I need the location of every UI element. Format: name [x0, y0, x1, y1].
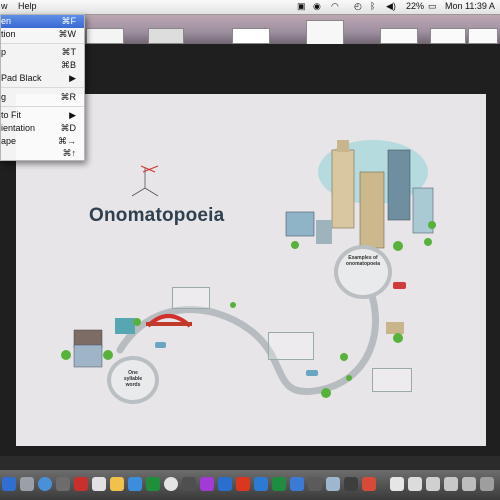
battery-percent[interactable]: 22% — [406, 1, 424, 11]
app-icon[interactable] — [74, 477, 88, 491]
menu-item-fullscreen[interactable]: en ⌘F — [1, 15, 84, 28]
menu-item-label: g — [1, 92, 7, 102]
window-thumbnail[interactable] — [232, 28, 270, 44]
submenu-arrow-icon: ▶ — [69, 110, 76, 120]
document-icon[interactable] — [462, 477, 476, 491]
record-icon[interactable]: ◉ — [313, 1, 321, 12]
menu-separator — [1, 87, 84, 88]
submenu-arrow-icon: ▶ — [69, 73, 76, 83]
one-syllable-bubble[interactable]: One syllable words — [107, 356, 159, 404]
menu-item-shortcut: ⌘B — [60, 60, 76, 70]
menu-bar: w Help ▣ ◉ ◠ ◴ ᛒ ◀) 22% ▭ Mon 11:39 A — [0, 0, 500, 15]
menu-separator — [1, 106, 84, 107]
menu-item-setup[interactable]: p ⌘T — [1, 46, 84, 59]
menu-item-shortcut: ⌘W — [58, 29, 77, 39]
dock — [0, 470, 500, 500]
menu-item-shortcut: ⌘F — [61, 16, 77, 26]
app-icon[interactable] — [200, 477, 214, 491]
trash-icon[interactable] — [480, 477, 494, 491]
launchpad-icon[interactable] — [20, 477, 34, 491]
menu-item-label: tion — [1, 29, 16, 39]
powerpoint-icon[interactable] — [236, 477, 250, 491]
examples-bubble[interactable]: Examples of onomatopoeia — [334, 245, 392, 299]
window-thumbnail[interactable] — [380, 28, 418, 44]
app-icon[interactable] — [146, 477, 160, 491]
document-icon[interactable] — [426, 477, 440, 491]
one-syllable-text: One syllable words — [123, 370, 143, 388]
app-icon[interactable] — [290, 477, 304, 491]
menu-separator — [1, 43, 84, 44]
battery-icon[interactable]: ▭ — [428, 1, 437, 12]
document-icon[interactable] — [390, 477, 404, 491]
app-icon[interactable] — [218, 477, 232, 491]
menu-item-black[interactable]: ⌘B — [1, 59, 84, 72]
menu-item-label: en — [1, 16, 12, 26]
calendar-icon[interactable] — [92, 477, 106, 491]
prezi-canvas[interactable] — [16, 94, 486, 446]
finder-icon[interactable] — [2, 477, 16, 491]
word-icon[interactable] — [254, 477, 268, 491]
menu-item-shortcut: ⌘R — [60, 92, 77, 102]
menu-item-portrait[interactable]: ⌘↑ — [1, 147, 84, 160]
menu-item-orientation[interactable]: ientation ⌘D — [1, 122, 84, 135]
view-menu-dropdown: en ⌘F tion ⌘W p ⌘T ⌘B Pad Black ▶ g ⌘R t… — [0, 14, 85, 161]
menu-item-shortcut: ⌘T — [61, 47, 77, 57]
menu-item-shortcut: ⌘D — [60, 123, 77, 133]
bracket-frame[interactable] — [268, 332, 314, 360]
menu-item-label: p — [1, 47, 7, 57]
app-icon[interactable] — [344, 477, 358, 491]
app-icon[interactable] — [362, 477, 376, 491]
notes-icon[interactable] — [110, 477, 124, 491]
menu-item-label: to Fit — [1, 110, 22, 120]
menu-help[interactable]: Help — [18, 1, 37, 11]
menu-view-partial[interactable]: w — [1, 1, 8, 11]
excel-icon[interactable] — [272, 477, 286, 491]
bluetooth-icon[interactable]: ᛒ — [370, 1, 375, 11]
wifi-icon[interactable]: ◠ — [331, 1, 339, 12]
document-icon[interactable] — [408, 477, 422, 491]
app-icon[interactable] — [128, 477, 142, 491]
menu-item-debug[interactable]: g ⌘R — [1, 91, 84, 104]
menubar-clock[interactable]: Mon 11:39 A — [445, 1, 495, 11]
menu-item-shortcut: ⌘→ — [58, 136, 76, 146]
menu-item-shortcut: ⌘↑ — [62, 148, 77, 158]
examples-text: Examples of onomatopoeia — [345, 255, 381, 267]
window-thumbnail[interactable] — [86, 28, 124, 44]
bracket-frame[interactable] — [172, 287, 210, 309]
menu-item-zoom-to-fit[interactable]: to Fit ▶ — [1, 109, 84, 122]
menu-item-label: ape — [1, 136, 17, 146]
menu-item-label: ientation — [1, 123, 36, 133]
dropbox-icon[interactable]: ▣ — [297, 1, 306, 12]
presentation-title[interactable]: Onomatopoeia — [89, 205, 224, 227]
window-thumbnail[interactable] — [430, 28, 466, 44]
menu-item-label: Pad Black — [1, 73, 42, 83]
menu-item-presentation[interactable]: tion ⌘W — [1, 28, 84, 41]
chrome-icon[interactable] — [164, 477, 178, 491]
volume-icon[interactable]: ◀) — [386, 1, 396, 12]
app-icon[interactable] — [326, 477, 340, 491]
mail-icon[interactable] — [56, 477, 70, 491]
document-icon[interactable] — [444, 477, 458, 491]
menu-item-ipad-black[interactable]: Pad Black ▶ — [1, 72, 84, 85]
window-thumbnail[interactable] — [148, 28, 184, 44]
time-machine-icon[interactable]: ◴ — [354, 1, 362, 12]
bracket-frame[interactable] — [372, 368, 412, 392]
app-icon[interactable] — [308, 477, 322, 491]
safari-icon[interactable] — [38, 477, 52, 491]
window-thumbnail[interactable] — [468, 28, 498, 44]
window-thumbnail[interactable] — [306, 20, 344, 46]
app-icon[interactable] — [182, 477, 196, 491]
